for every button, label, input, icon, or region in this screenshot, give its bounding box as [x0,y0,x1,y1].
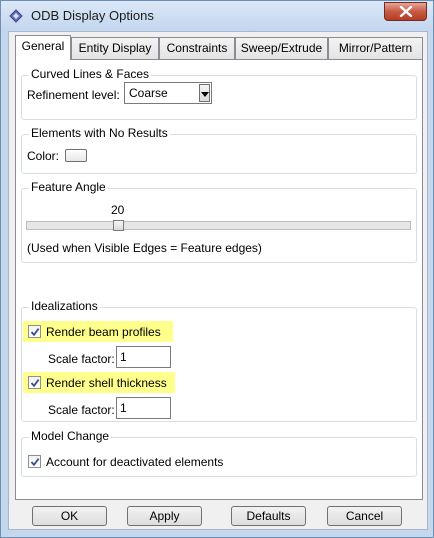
feature-angle-slider[interactable] [26,221,411,230]
chevron-down-icon[interactable] [199,84,210,102]
curved-lines-group: Curved Lines & Faces Refinement level: C… [21,67,417,120]
check-icon [30,328,40,337]
tab-constraints[interactable]: Constraints [159,37,235,59]
defaults-button[interactable]: Defaults [231,506,306,526]
odb-display-options-dialog: ODB Display Options General Entity Displ… [0,0,434,538]
beam-scale-factor-label: Scale factor: [48,352,115,366]
close-icon [399,6,413,17]
window-title: ODB Display Options [31,8,154,23]
model-change-group: Model Change Account for deactivated ele… [21,429,417,477]
account-deactivated-label[interactable]: Account for deactivated elements [46,455,223,469]
render-shell-thickness-label[interactable]: Render shell thickness [46,376,167,390]
account-deactivated-checkbox[interactable] [28,455,41,468]
tab-general[interactable]: General [15,35,71,60]
no-results-group: Elements with No Results Color: [21,126,417,174]
apply-button[interactable]: Apply [127,506,202,526]
render-shell-thickness-checkbox[interactable] [28,376,41,389]
beam-scale-factor-value: 1 [120,350,127,364]
no-results-title: Elements with No Results [29,126,170,140]
idealizations-title: Idealizations [29,299,100,313]
tab-mirror-pattern[interactable]: Mirror/Pattern [328,37,423,59]
feature-angle-title: Feature Angle [29,180,108,194]
ok-button[interactable]: OK [32,506,107,526]
curved-lines-title: Curved Lines & Faces [29,67,152,81]
cancel-button[interactable]: Cancel [327,506,402,526]
refinement-level-value: Coarse [129,86,168,100]
refinement-level-label: Refinement level: [27,88,120,102]
feature-angle-value: 20 [111,203,125,217]
tab-sweep-extrude[interactable]: Sweep/Extrude [235,37,328,59]
render-beam-profiles-label[interactable]: Render beam profiles [46,325,161,339]
beam-scale-factor-input[interactable]: 1 [116,346,171,368]
color-swatch-button[interactable] [65,149,87,162]
idealizations-group: Idealizations Render beam profiles Scale… [21,299,417,422]
refinement-level-select[interactable]: Coarse [124,82,212,104]
check-icon [30,458,40,467]
dialog-client-area: General Entity Display Constraints Sweep… [8,31,428,530]
render-beam-profiles-checkbox[interactable] [28,325,41,338]
shell-scale-factor-input[interactable]: 1 [116,397,171,419]
feature-angle-note: (Used when Visible Edges = Feature edges… [27,241,262,255]
title-bar[interactable]: ODB Display Options [1,1,433,31]
shell-scale-factor-value: 1 [120,401,127,415]
slider-thumb[interactable] [113,220,124,231]
check-icon [30,379,40,388]
model-change-title: Model Change [29,429,112,443]
tab-entity-display[interactable]: Entity Display [71,37,159,59]
abaqus-icon [9,9,23,23]
close-button[interactable] [384,2,427,21]
feature-angle-group: Feature Angle 20 (Used when Visible Edge… [21,180,417,263]
color-label: Color: [27,149,60,163]
shell-scale-factor-label: Scale factor: [48,403,115,417]
general-tab-panel: Curved Lines & Faces Refinement level: C… [15,59,423,500]
